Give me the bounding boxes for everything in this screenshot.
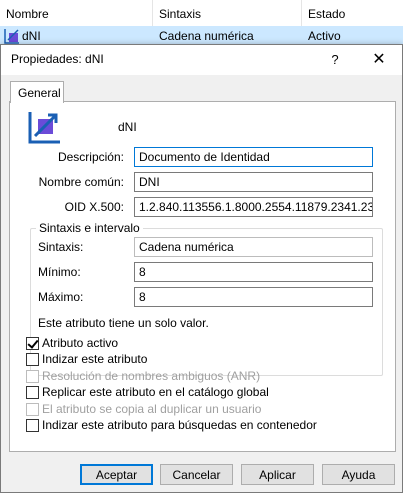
tab-general[interactable]: General <box>10 81 64 103</box>
attribute-large-icon <box>28 112 60 144</box>
checkbox-box[interactable] <box>26 353 39 366</box>
column-header-status[interactable]: Estado <box>302 0 345 26</box>
row-name: dNI <box>22 29 41 43</box>
apply-button[interactable]: Aplicar <box>241 464 314 485</box>
help-icon[interactable]: ? <box>325 50 345 70</box>
syntax-label: Sintaxis: <box>38 240 84 254</box>
max-label: Máximo: <box>38 290 84 304</box>
row-status: Activo <box>308 29 341 43</box>
description-field[interactable]: Documento de Identidad <box>134 147 373 167</box>
cancel-button[interactable]: Cancelar <box>160 464 233 485</box>
tab-panel-general: dNI Descripción: Documento de Identidad … <box>9 101 396 452</box>
list-row-selected[interactable]: dNI Cadena numérica Activo <box>0 26 403 46</box>
attribute-icon <box>4 29 19 44</box>
column-header-name[interactable]: Nombre <box>0 0 49 26</box>
checkbox-box[interactable] <box>26 337 39 350</box>
dialog-titlebar[interactable]: Propiedades: dNI ? ✕ <box>1 45 402 75</box>
checkbox-label: El atributo se copia al duplicar un usua… <box>42 402 262 416</box>
max-field[interactable]: 8 <box>134 287 373 307</box>
row-syntax: Cadena numérica <box>159 29 254 43</box>
checkbox-label: Resolución de nombres ambiguos (ANR) <box>42 369 261 383</box>
min-field[interactable]: 8 <box>134 262 373 282</box>
min-label: Mínimo: <box>38 265 81 279</box>
attribute-name: dNI <box>118 120 137 134</box>
checkbox-box[interactable] <box>26 419 39 432</box>
common-name-label: Nombre común: <box>38 175 124 189</box>
checkbox-label: Indizar este atributo <box>42 352 148 366</box>
checkbox-box[interactable] <box>26 386 39 399</box>
checkbox-box <box>26 403 39 416</box>
help-button[interactable]: Ayuda <box>322 464 395 485</box>
properties-dialog: Propiedades: dNI ? ✕ General dNI Descrip… <box>0 44 403 493</box>
ok-button[interactable]: Aceptar <box>80 464 153 485</box>
oid-field[interactable]: 1.2.840.113556.1.8000.2554.11879.2341.23… <box>134 197 373 217</box>
checkbox-label: Indizar este atributo para búsquedas en … <box>42 418 317 432</box>
checkbox-label: Atributo activo <box>42 336 119 350</box>
column-header-syntax[interactable]: Sintaxis <box>153 0 201 26</box>
oid-label: OID X.500: <box>64 200 124 214</box>
syntax-group-legend: Sintaxis e intervalo <box>36 221 143 235</box>
single-value-note: Este atributo tiene un solo valor. <box>38 316 209 330</box>
checkbox-label: Replicar este atributo en el catálogo gl… <box>42 385 269 399</box>
description-label: Descripción: <box>57 150 124 164</box>
common-name-field[interactable]: DNI <box>134 172 373 192</box>
list-header: Nombre Sintaxis Estado <box>0 0 403 27</box>
close-icon[interactable]: ✕ <box>369 50 389 70</box>
tab-general-label: General <box>18 86 61 100</box>
syntax-field[interactable]: Cadena numérica <box>134 237 373 257</box>
checkbox-box <box>26 370 39 383</box>
dialog-title: Propiedades: dNI <box>11 52 104 66</box>
